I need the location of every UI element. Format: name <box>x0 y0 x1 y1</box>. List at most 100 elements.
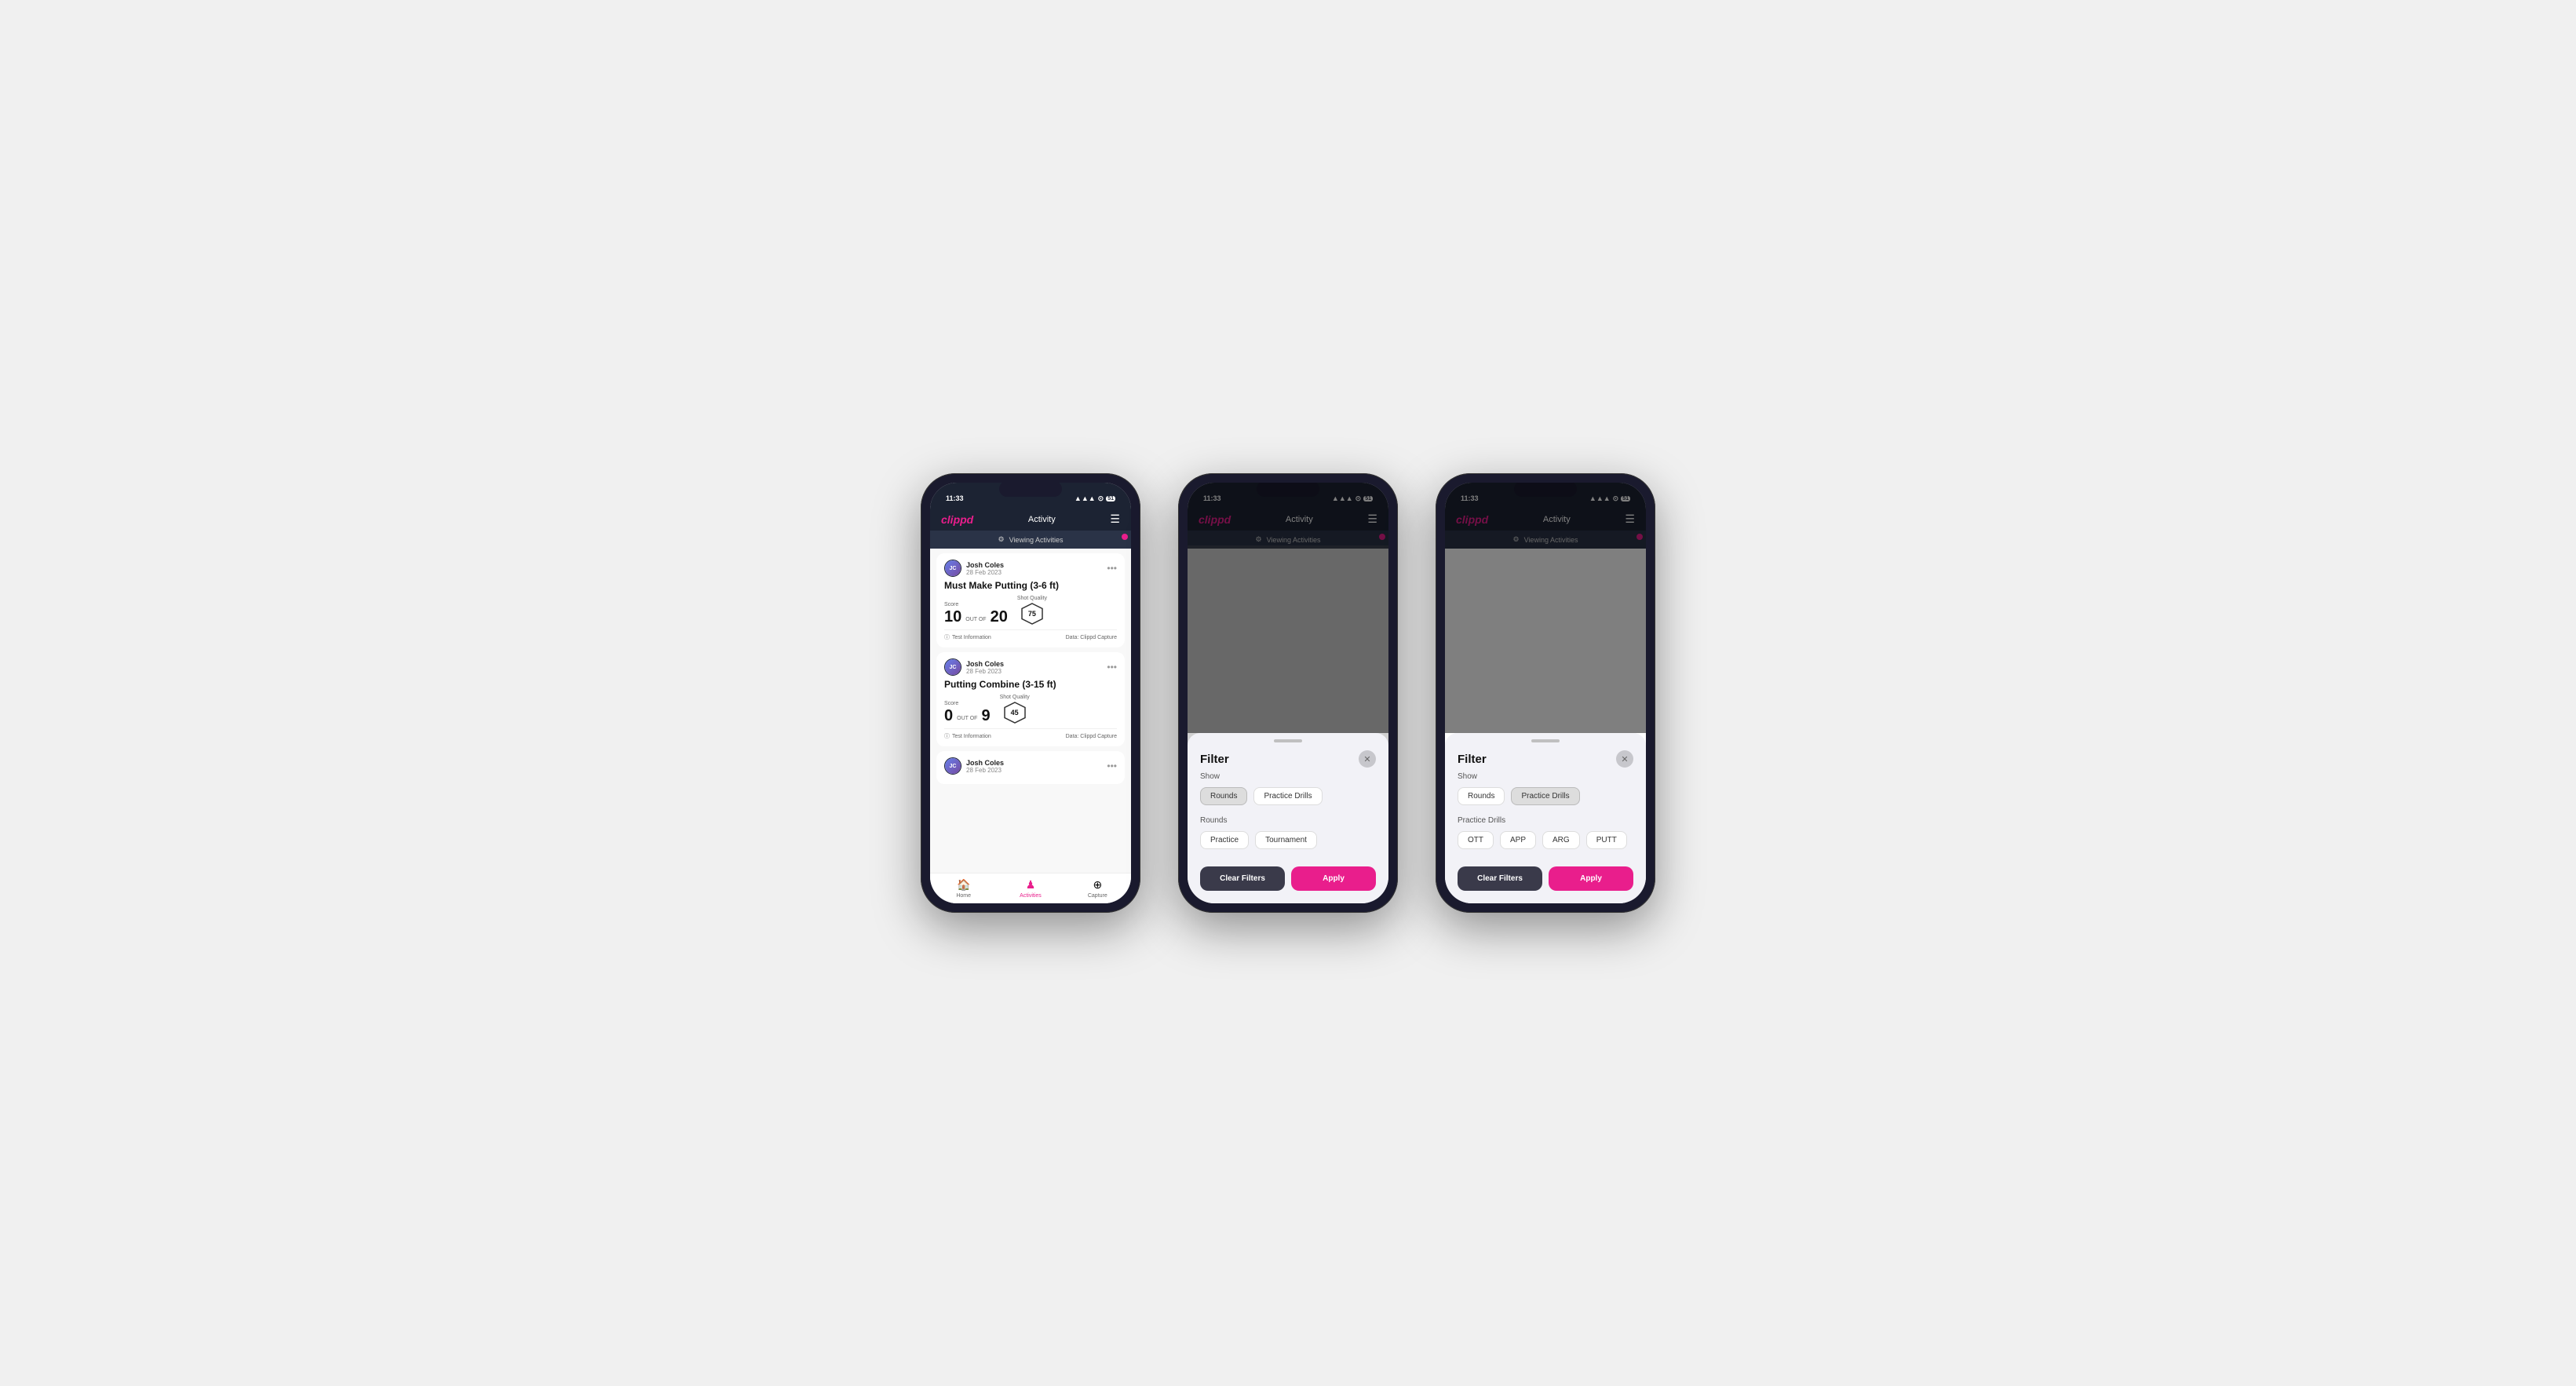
filter-body-2: Show Rounds Practice Drills Rounds Pract… <box>1188 772 1388 849</box>
signal-icon: ▲▲▲ <box>1075 494 1096 502</box>
filter-close-3[interactable]: ✕ <box>1616 750 1633 768</box>
nav-bar-1: clippd Activity ☰ <box>930 508 1131 531</box>
sq-label-1: Shot Quality <box>1017 596 1047 601</box>
wifi-icon: ⊙ <box>1098 494 1104 503</box>
rounds-chips-2: Practice Tournament <box>1200 831 1376 849</box>
nav-home-1[interactable]: 🏠 Home <box>930 874 997 903</box>
user-date-2: 28 Feb 2023 <box>966 668 1004 675</box>
card-3: JC Josh Coles 28 Feb 2023 ••• <box>936 751 1125 784</box>
filter-close-2[interactable]: ✕ <box>1359 750 1376 768</box>
hex-badge-1: 75 <box>1021 603 1043 625</box>
out-of-2: OUT OF <box>957 716 977 721</box>
clear-filters-btn-3[interactable]: Clear Filters <box>1458 866 1542 891</box>
show-chips-3: Rounds Practice Drills <box>1458 787 1633 805</box>
user-info-3: JC Josh Coles 28 Feb 2023 <box>944 757 1004 775</box>
filter-sheet-3: Filter ✕ Show Rounds Practice Drills Pra… <box>1445 733 1646 903</box>
capture-label-1: Capture <box>1088 893 1107 899</box>
footer-data-2: Data: Clippd Capture <box>1066 734 1117 739</box>
score-2: 0 <box>944 708 953 724</box>
nav-activities-1[interactable]: ♟ Activities <box>997 874 1064 903</box>
user-date-1: 28 Feb 2023 <box>966 569 1004 576</box>
notif-dot-1 <box>1122 534 1128 540</box>
footer-data-1: Data: Clippd Capture <box>1066 635 1117 640</box>
card-title-1: Must Make Putting (3-6 ft) <box>944 580 1117 591</box>
more-dots-2[interactable]: ••• <box>1107 662 1117 673</box>
user-name-1: Josh Coles <box>966 561 1004 569</box>
hex-badge-2: 45 <box>1004 702 1026 724</box>
card-title-2: Putting Combine (3-15 ft) <box>944 679 1117 690</box>
scene: 11:33 ▲▲▲ ⊙ 51 clippd Activity ☰ ⚙ Viewi… <box>889 426 1687 960</box>
score-label-2: Score <box>944 701 991 706</box>
sq-label-2: Shot Quality <box>1000 695 1030 700</box>
user-info-2: JC Josh Coles 28 Feb 2023 <box>944 658 1004 676</box>
status-icons-1: ▲▲▲ ⊙ 51 <box>1075 494 1115 503</box>
viewing-label-1: Viewing Activities <box>1009 536 1064 544</box>
apply-btn-2[interactable]: Apply <box>1291 866 1376 891</box>
card-2: JC Josh Coles 28 Feb 2023 ••• Putting Co… <box>936 652 1125 746</box>
nav-capture-1[interactable]: ⊕ Capture <box>1064 874 1131 903</box>
home-label-1: Home <box>956 893 971 899</box>
menu-icon-1[interactable]: ☰ <box>1110 512 1120 526</box>
phone-1: 11:33 ▲▲▲ ⊙ 51 clippd Activity ☰ ⚙ Viewi… <box>921 473 1140 913</box>
putt-chip-3[interactable]: PUTT <box>1586 831 1627 849</box>
score-label-1: Score <box>944 602 1008 607</box>
practice-drills-chips-3: OTT APP ARG PUTT <box>1458 831 1633 849</box>
arg-chip-3[interactable]: ARG <box>1542 831 1580 849</box>
practice-drills-chip-3[interactable]: Practice Drills <box>1511 787 1579 805</box>
card-stats-1: Score 10 OUT OF 20 Shot Quality <box>944 596 1117 625</box>
phone-2: 11:33 ▲▲▲ ⊙ 51 clippd Activity ☰ ⚙ Viewi… <box>1178 473 1398 913</box>
filter-header-2: Filter ✕ <box>1188 742 1388 772</box>
filter-title-2: Filter <box>1200 753 1229 766</box>
footer-info-text-1: Test Information <box>952 635 991 640</box>
practice-chip-2[interactable]: Practice <box>1200 831 1249 849</box>
show-label-2: Show <box>1200 772 1376 781</box>
ott-chip-3[interactable]: OTT <box>1458 831 1494 849</box>
rounds-chip-3[interactable]: Rounds <box>1458 787 1505 805</box>
activities-icon-1: ♟ <box>1026 878 1036 892</box>
card-stats-2: Score 0 OUT OF 9 Shot Quality <box>944 695 1117 724</box>
practice-drills-chip-2[interactable]: Practice Drills <box>1253 787 1322 805</box>
shots-2: 9 <box>981 708 990 724</box>
nav-title-1: Activity <box>1028 515 1056 524</box>
user-name-2: Josh Coles <box>966 660 1004 668</box>
rounds-chip-2[interactable]: Rounds <box>1200 787 1247 805</box>
user-date-3: 28 Feb 2023 <box>966 767 1004 774</box>
avatar-3: JC <box>944 757 961 775</box>
filter-backdrop-3 <box>1445 483 1646 733</box>
filter-body-3: Show Rounds Practice Drills Practice Dri… <box>1445 772 1646 849</box>
score-1: 10 <box>944 609 961 625</box>
rounds-section-label-2: Rounds <box>1200 816 1376 825</box>
more-dots-1[interactable]: ••• <box>1107 563 1117 574</box>
info-icon-1: ⓘ <box>944 633 950 641</box>
dynamic-island-1 <box>999 481 1062 497</box>
user-info-1: JC Josh Coles 28 Feb 2023 <box>944 560 1004 577</box>
more-dots-3[interactable]: ••• <box>1107 760 1117 771</box>
time-1: 11:33 <box>946 494 964 502</box>
info-icon-2: ⓘ <box>944 732 950 740</box>
show-label-3: Show <box>1458 772 1633 781</box>
sq-value-1: 75 <box>1028 610 1036 618</box>
card-footer-2: ⓘ Test Information Data: Clippd Capture <box>944 728 1117 740</box>
filter-sheet-2: Filter ✕ Show Rounds Practice Drills Rou… <box>1188 733 1388 903</box>
phone-3: 11:33 ▲▲▲ ⊙ 51 clippd Activity ☰ ⚙ Viewi… <box>1436 473 1655 913</box>
clear-filters-btn-2[interactable]: Clear Filters <box>1200 866 1285 891</box>
out-of-1: OUT OF <box>965 617 986 622</box>
practice-drills-section-label-3: Practice Drills <box>1458 816 1633 825</box>
filter-icon-1: ⚙ <box>998 535 1005 544</box>
filter-title-3: Filter <box>1458 753 1487 766</box>
bottom-nav-1: 🏠 Home ♟ Activities ⊕ Capture <box>930 873 1131 903</box>
filter-overlay-3: Filter ✕ Show Rounds Practice Drills Pra… <box>1445 483 1646 903</box>
battery-icon: 51 <box>1106 496 1115 502</box>
viewing-bar-1[interactable]: ⚙ Viewing Activities <box>930 531 1131 549</box>
activities-label-1: Activities <box>1020 893 1042 899</box>
app-chip-3[interactable]: APP <box>1500 831 1536 849</box>
tournament-chip-2[interactable]: Tournament <box>1255 831 1317 849</box>
avatar-1: JC <box>944 560 961 577</box>
sq-value-2: 45 <box>1011 709 1019 717</box>
filter-actions-3: Clear Filters Apply <box>1445 860 1646 891</box>
filter-backdrop-2 <box>1188 483 1388 733</box>
capture-icon-1: ⊕ <box>1093 878 1102 892</box>
apply-btn-3[interactable]: Apply <box>1549 866 1633 891</box>
activity-list-1: JC Josh Coles 28 Feb 2023 ••• Must Make … <box>930 549 1131 873</box>
card-footer-1: ⓘ Test Information Data: Clippd Capture <box>944 629 1117 641</box>
